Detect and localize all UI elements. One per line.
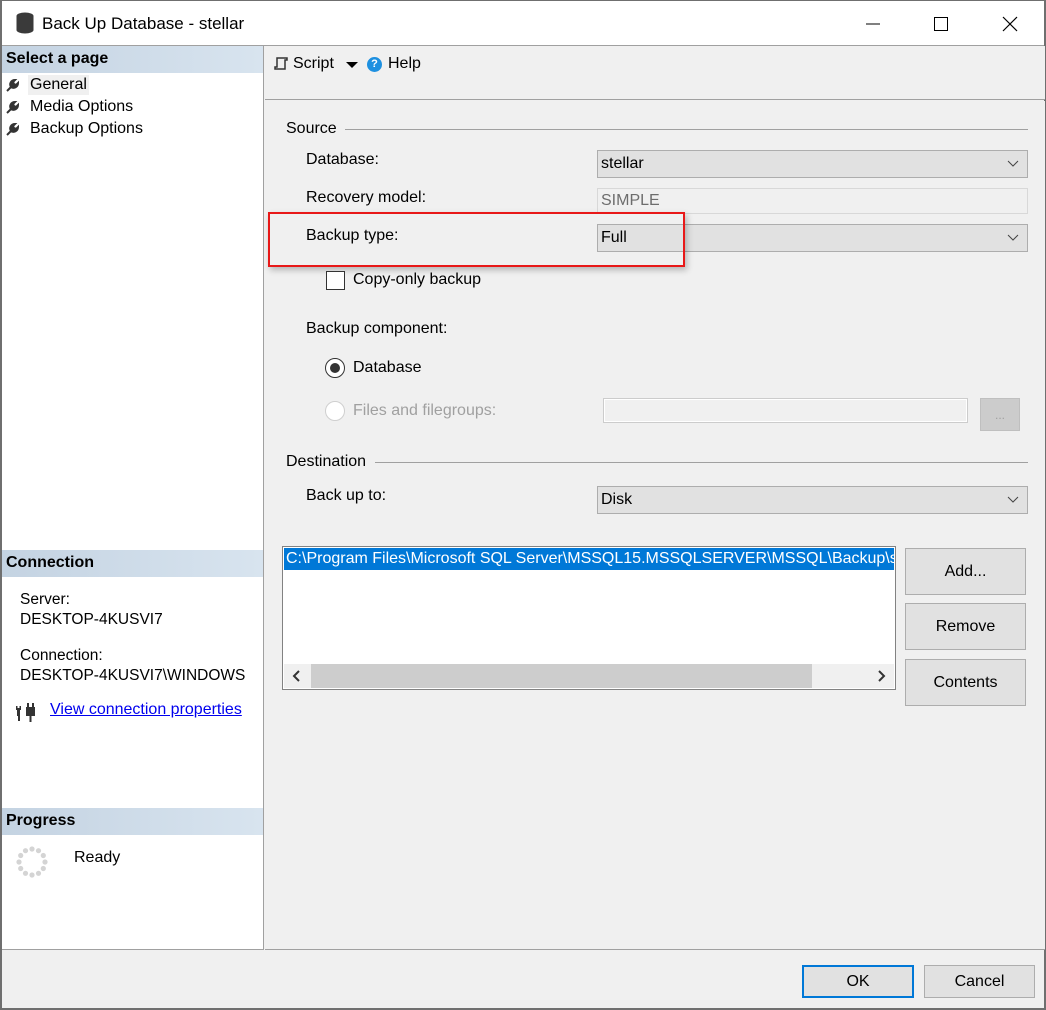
- view-connection-properties-link[interactable]: View connection properties: [50, 701, 242, 719]
- add-button[interactable]: Add...: [905, 548, 1026, 595]
- database-icon: [16, 12, 34, 34]
- backup-type-combobox[interactable]: Full: [597, 224, 1028, 252]
- list-item[interactable]: C:\Program Files\Microsoft SQL Server\MS…: [284, 548, 894, 570]
- server-value: DESKTOP-4KUSVI7: [20, 611, 163, 628]
- progress-header: Progress: [2, 808, 263, 835]
- select-page-header: Select a page: [2, 46, 263, 73]
- remove-button[interactable]: Remove: [905, 603, 1026, 650]
- title-bar: Back Up Database - stellar: [2, 1, 1044, 46]
- help-icon: ?: [367, 56, 382, 72]
- scrollbar-thumb[interactable]: [311, 664, 812, 688]
- source-group-divider: [345, 129, 1028, 130]
- destination-group-title: Destination: [286, 453, 367, 470]
- destination-group-divider: [375, 462, 1028, 463]
- page-item-label: Backup Options: [30, 120, 143, 137]
- chevron-down-icon: [1007, 496, 1019, 503]
- connection-label: Connection:: [20, 647, 103, 664]
- scroll-right-button[interactable]: [868, 664, 894, 688]
- maximize-button[interactable]: [906, 1, 976, 46]
- close-icon: [1002, 16, 1018, 31]
- database-radio-label: Database: [353, 359, 422, 376]
- close-button[interactable]: [975, 1, 1045, 46]
- cancel-button[interactable]: Cancel: [924, 965, 1035, 998]
- chevron-down-icon: [1007, 234, 1019, 241]
- files-filegroups-radio-label: Files and filegroups:: [353, 402, 497, 419]
- progress-status: Ready: [74, 849, 121, 866]
- back-up-to-value: Disk: [601, 491, 633, 508]
- source-group-title: Source: [286, 120, 337, 137]
- wrench-icon: [6, 100, 20, 114]
- wrench-icon: [6, 78, 20, 92]
- horizontal-scrollbar[interactable]: [284, 664, 894, 688]
- backup-database-dialog: Back Up Database - stellar Select a page…: [0, 0, 1046, 1010]
- browse-filegroups-button[interactable]: ...: [980, 398, 1020, 431]
- minimize-icon: [866, 23, 880, 24]
- help-label: Help: [388, 55, 421, 72]
- server-label: Server:: [20, 591, 70, 608]
- chevron-down-icon: [1007, 160, 1019, 167]
- backup-component-label: Backup component:: [306, 320, 448, 337]
- back-up-to-combobox[interactable]: Disk: [597, 486, 1028, 514]
- page-item-backup-options[interactable]: Backup Options: [6, 118, 145, 140]
- back-up-to-label: Back up to:: [306, 487, 387, 504]
- database-label: Database:: [306, 151, 379, 168]
- recovery-model-field: SIMPLE: [597, 188, 1028, 214]
- copy-only-label: Copy-only backup: [353, 271, 482, 288]
- connection-header: Connection: [2, 550, 263, 577]
- database-radio[interactable]: [325, 358, 345, 378]
- plug-icon: [16, 703, 35, 722]
- caret-down-icon[interactable]: [345, 60, 359, 70]
- wrench-icon: [6, 122, 20, 136]
- left-pane: Select a page General Media Options Back…: [2, 46, 264, 950]
- page-item-media-options[interactable]: Media Options: [6, 96, 135, 118]
- script-icon: [274, 57, 288, 70]
- page-item-general[interactable]: General: [6, 74, 89, 96]
- database-value: stellar: [601, 155, 644, 172]
- database-combobox[interactable]: stellar: [597, 150, 1028, 178]
- filegroups-field[interactable]: [603, 398, 968, 423]
- chevron-right-icon: [878, 670, 886, 682]
- files-filegroups-radio[interactable]: [325, 401, 345, 421]
- window-title: Back Up Database - stellar: [42, 14, 245, 33]
- maximize-icon: [934, 16, 948, 31]
- general-page: Source Database: stellar Recovery model:…: [265, 101, 1045, 950]
- contents-button[interactable]: Contents: [905, 659, 1026, 706]
- backup-type-value: Full: [601, 229, 627, 246]
- connection-value: DESKTOP-4KUSVI7\WINDOWS: [20, 667, 246, 684]
- ok-button[interactable]: OK: [802, 965, 914, 998]
- page-item-label: Media Options: [30, 98, 134, 115]
- backup-type-label: Backup type:: [306, 227, 399, 244]
- recovery-model-label: Recovery model:: [306, 189, 427, 206]
- chevron-left-icon: [292, 670, 300, 682]
- copy-only-checkbox[interactable]: [326, 271, 345, 290]
- scroll-left-button[interactable]: [284, 664, 310, 688]
- toolbar: Script ? Help: [265, 46, 1045, 100]
- spinner-icon: [16, 846, 48, 878]
- help-button[interactable]: ? Help: [367, 55, 421, 73]
- backup-destinations-list[interactable]: C:\Program Files\Microsoft SQL Server\MS…: [282, 546, 896, 690]
- script-label: Script: [293, 55, 334, 72]
- page-item-label: General: [28, 75, 89, 95]
- script-button[interactable]: Script: [273, 55, 334, 73]
- minimize-button[interactable]: [838, 1, 908, 46]
